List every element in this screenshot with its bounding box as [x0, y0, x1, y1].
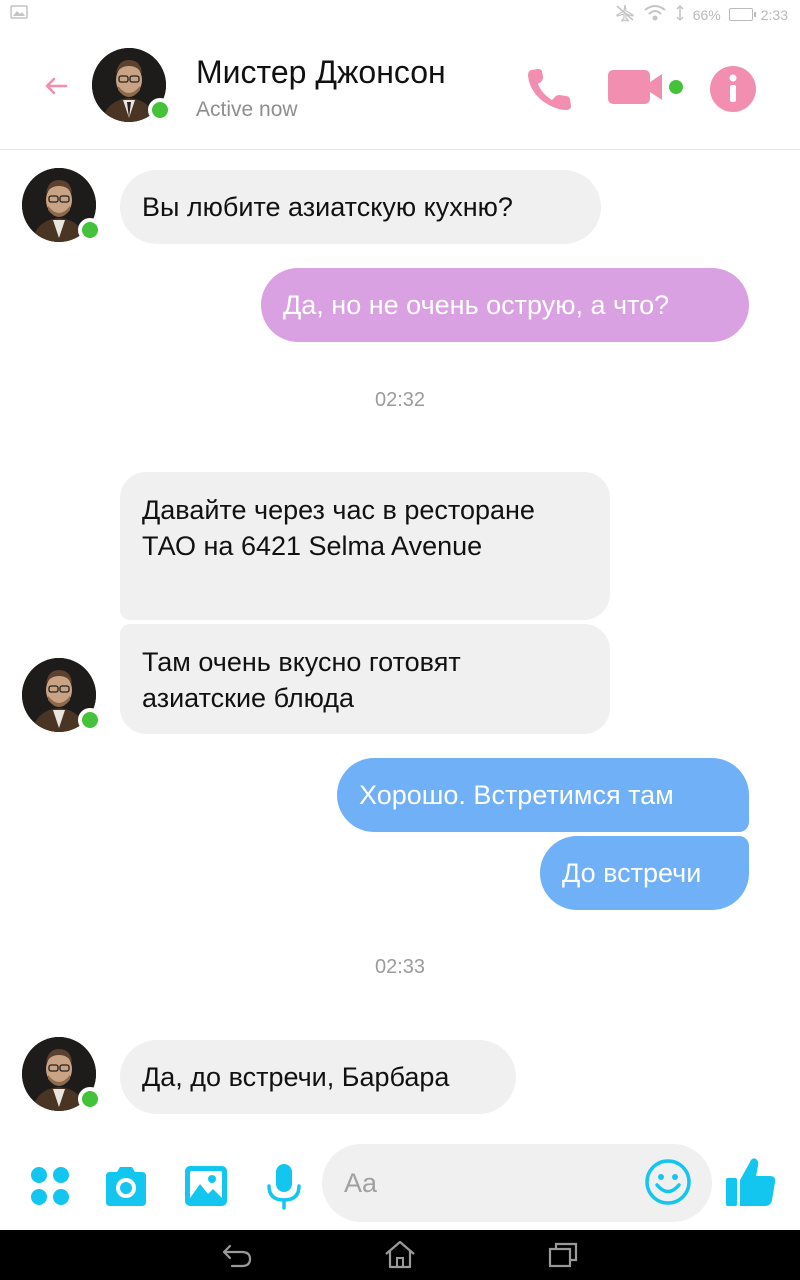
outgoing-message[interactable]: Хорошо. Встретимся там	[337, 758, 749, 832]
message-timestamp: 02:32	[374, 389, 426, 411]
gallery-notification-icon	[10, 5, 28, 22]
apps-button[interactable]	[26, 1162, 74, 1210]
online-indicator	[78, 1087, 102, 1111]
nav-home-button[interactable]	[383, 1240, 417, 1270]
message-avatar[interactable]	[22, 658, 102, 732]
camera-button[interactable]	[102, 1162, 150, 1210]
outgoing-message[interactable]: До встречи	[540, 836, 749, 910]
status-bar: 66% 2:33	[0, 0, 800, 26]
nav-home-icon	[385, 1240, 415, 1269]
nav-recents-button[interactable]	[546, 1240, 580, 1270]
contact-avatar[interactable]	[92, 48, 172, 122]
info-icon	[710, 66, 756, 112]
message-timestamp: 02:33	[374, 956, 426, 978]
camera-icon	[106, 1167, 146, 1206]
contact-name[interactable]: Мистер Джонсон	[196, 54, 446, 91]
message-avatar[interactable]	[22, 168, 102, 242]
conversation-info-button[interactable]	[708, 64, 758, 114]
incoming-message[interactable]: Да, до встречи, Барбара	[120, 1040, 516, 1114]
phone-icon	[528, 69, 571, 110]
gallery-button[interactable]	[182, 1162, 230, 1210]
incoming-message[interactable]: Давайте через час в ресторане ТАО на 642…	[120, 472, 610, 620]
voice-record-button[interactable]	[260, 1162, 308, 1210]
battery-percent: 66%	[692, 6, 721, 23]
incoming-message[interactable]: Вы любите азиатскую кухню?	[120, 170, 601, 244]
thumbs-up-icon	[726, 1158, 776, 1206]
data-sync-icon	[675, 4, 685, 25]
contact-status: Active now	[196, 98, 298, 121]
system-navigation-bar	[0, 1230, 800, 1280]
send-like-button[interactable]	[724, 1154, 778, 1210]
voice-call-button[interactable]	[524, 64, 574, 114]
nav-recents-icon	[548, 1242, 578, 1268]
emoji-button[interactable]	[644, 1158, 692, 1206]
online-indicator	[78, 708, 102, 732]
back-arrow-icon	[45, 77, 68, 95]
incoming-message[interactable]: Там очень вкусно готовят азиатские блюда	[120, 624, 610, 734]
airplane-off-icon	[615, 4, 635, 25]
image-icon	[185, 1166, 227, 1206]
nav-back-icon	[222, 1244, 252, 1268]
message-avatar[interactable]	[22, 1037, 102, 1111]
outgoing-message[interactable]: Да, но не очень острую, а что?	[261, 268, 749, 342]
online-indicator	[78, 218, 102, 242]
back-button[interactable]	[40, 70, 72, 102]
message-composer	[0, 1140, 800, 1230]
video-call-button[interactable]	[606, 66, 686, 110]
apps-icon	[31, 1167, 69, 1205]
battery-icon	[728, 8, 756, 21]
conversation-header: Мистер Джонсон Active now	[0, 26, 800, 150]
video-camera-icon	[608, 70, 683, 104]
clock: 2:33	[760, 6, 788, 23]
microphone-icon	[267, 1164, 301, 1210]
wifi-icon	[643, 4, 667, 25]
emoji-icon	[645, 1159, 691, 1205]
online-indicator	[148, 98, 172, 122]
nav-back-button[interactable]	[220, 1240, 254, 1270]
